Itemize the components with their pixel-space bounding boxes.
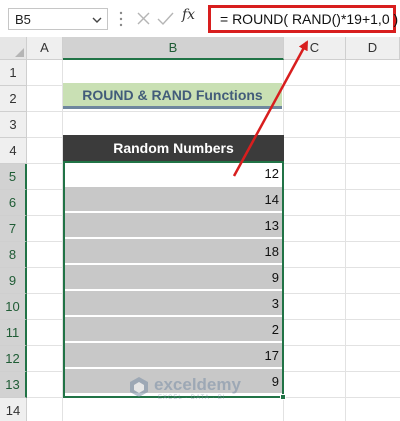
row-header-10[interactable]: 10 (0, 294, 27, 320)
column-header-d[interactable]: D (346, 37, 400, 60)
enter-check-icon[interactable] (157, 12, 174, 26)
cancel-icon[interactable] (137, 12, 150, 25)
column-header-c[interactable]: C (284, 37, 346, 60)
select-all-button[interactable] (0, 37, 27, 60)
random-number-value: 17 (264, 348, 279, 363)
random-number-value: 12 (264, 166, 279, 181)
row-header-9[interactable]: 9 (0, 268, 27, 294)
column-gridline (62, 60, 63, 421)
data-cell[interactable]: 18 (64, 239, 283, 264)
row-header-12[interactable]: 12 (0, 346, 27, 372)
row-header-4[interactable]: 4 (0, 138, 27, 164)
table-header-cell[interactable]: Random Numbers (63, 135, 284, 161)
row-header-14[interactable]: 14 (0, 398, 27, 421)
data-cell[interactable]: 9 (64, 265, 283, 290)
formula-text: = ROUND( RAND()*19+1,0 ) (220, 11, 399, 27)
column-header-a[interactable]: A (27, 37, 63, 60)
row-header-7[interactable]: 7 (0, 216, 27, 242)
chevron-down-icon[interactable] (91, 14, 103, 26)
row-header-2[interactable]: 2 (0, 86, 27, 112)
data-cell[interactable]: 14 (64, 187, 283, 212)
data-cell[interactable]: 3 (64, 291, 283, 316)
watermark-tagline: EXCEL · DATA · BI (158, 395, 226, 401)
random-number-value: 18 (264, 244, 279, 259)
row-header-11[interactable]: 11 (0, 320, 27, 346)
active-cell[interactable]: 12 (64, 161, 283, 186)
column-gridline (345, 60, 346, 421)
more-options-icon (119, 11, 123, 27)
watermark-brand: exceldemy (154, 375, 241, 394)
table-header: Random Numbers (113, 140, 234, 156)
random-number-value: 13 (264, 218, 279, 233)
name-box-value: B5 (15, 12, 31, 27)
worksheet-grid: A B C D 1 2 3 4 5 6 7 8 9 10 11 12 13 14 ROUND & RAND… (0, 37, 400, 421)
data-cell[interactable]: 13 (64, 213, 283, 238)
insert-function-icon[interactable]: fx (182, 7, 195, 23)
random-number-value: 2 (271, 322, 279, 337)
random-number-value: 3 (271, 296, 279, 311)
row-header-13[interactable]: 13 (0, 372, 27, 398)
column-header-b[interactable]: B (63, 37, 284, 60)
formula-bar: B5 fx = ROUND( RAND()*19+1,0 ) (0, 0, 400, 37)
watermark: exceldemy EXCEL · DATA · BI (128, 373, 288, 407)
row-header-1[interactable]: 1 (0, 60, 27, 86)
column-gridline (283, 60, 284, 421)
random-number-value: 14 (264, 192, 279, 207)
row-header-5[interactable]: 5 (0, 164, 27, 190)
formula-input[interactable]: = ROUND( RAND()*19+1,0 ) (208, 5, 399, 33)
row-header-3[interactable]: 3 (0, 112, 27, 138)
data-cell[interactable]: 17 (64, 343, 283, 368)
data-cell[interactable]: 2 (64, 317, 283, 342)
sheet-title: ROUND & RAND Functions (82, 87, 263, 103)
random-number-value: 9 (271, 270, 279, 285)
row-header-8[interactable]: 8 (0, 242, 27, 268)
row-header-6[interactable]: 6 (0, 190, 27, 216)
name-box[interactable]: B5 (8, 8, 108, 30)
exceldemy-logo-icon (130, 377, 148, 397)
title-cell[interactable]: ROUND & RAND Functions (63, 83, 282, 109)
